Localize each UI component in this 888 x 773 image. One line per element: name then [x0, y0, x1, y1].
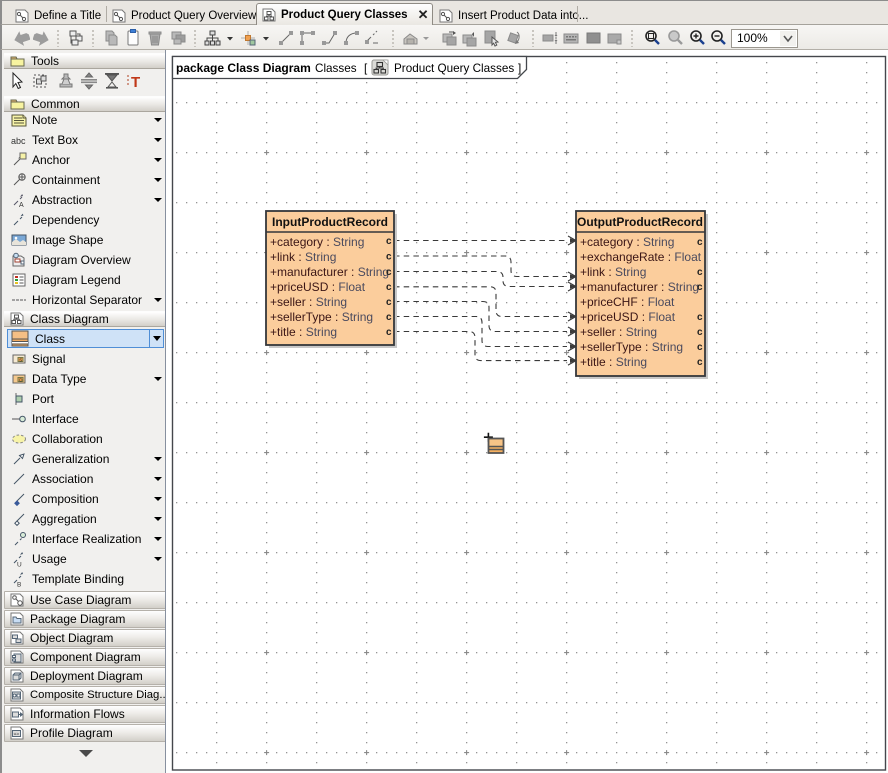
svg-text:c: c: [386, 312, 392, 323]
svg-text:OutputProductRecord: OutputProductRecord: [577, 215, 703, 229]
svg-text:S: S: [19, 357, 22, 362]
svg-text:c: c: [386, 327, 392, 338]
svg-text:T: T: [131, 74, 140, 91]
svg-text:c: c: [697, 342, 703, 353]
svg-text:c: c: [697, 282, 703, 293]
svg-text:+sellerType : String: +sellerType : String: [270, 310, 373, 324]
svg-text:+category : String: +category : String: [580, 235, 674, 249]
svg-text:InputProductRecord: InputProductRecord: [272, 215, 388, 229]
svg-text:+priceUSD : Float: +priceUSD : Float: [270, 280, 366, 294]
svg-text:c: c: [386, 236, 392, 247]
svg-text:]: ]: [518, 62, 521, 75]
svg-text:Classes: Classes: [315, 62, 357, 75]
svg-text:+priceCHF : Float: +priceCHF : Float: [580, 295, 675, 309]
svg-text:Product Query Classes: Product Query Classes: [394, 62, 514, 75]
svg-text:U: U: [17, 562, 22, 568]
svg-text:+manufacturer : String: +manufacturer : String: [580, 280, 699, 294]
svg-text:B: B: [17, 582, 21, 588]
svg-text:+link : String: +link : String: [270, 250, 336, 264]
svg-text:c: c: [697, 357, 703, 368]
svg-text:+sellerType : String: +sellerType : String: [580, 340, 683, 354]
svg-text:+title : String: +title : String: [580, 355, 647, 369]
svg-text:abc: abc: [11, 136, 26, 146]
svg-text:+title : String: +title : String: [270, 325, 337, 339]
svg-text:c: c: [697, 327, 703, 338]
svg-text:c: c: [697, 312, 703, 323]
svg-text:+category : String: +category : String: [270, 235, 364, 249]
svg-text:+priceUSD : Float: +priceUSD : Float: [580, 310, 676, 324]
svg-text:c: c: [386, 282, 392, 293]
svg-text:+seller : String: +seller : String: [580, 325, 657, 339]
svg-text:+link : String: +link : String: [580, 265, 646, 279]
svg-text:+manufacturer : String: +manufacturer : String: [270, 265, 389, 279]
svg-text:c: c: [386, 252, 392, 263]
svg-text:+exchangeRate : Float: +exchangeRate : Float: [580, 250, 702, 264]
svg-text:package Class Diagram: package Class Diagram: [176, 61, 311, 75]
svg-text:+seller : String: +seller : String: [270, 295, 347, 309]
svg-text:c: c: [697, 267, 703, 278]
svg-text:«»: «»: [14, 731, 20, 737]
svg-text:A: A: [19, 202, 24, 208]
svg-text:c: c: [386, 297, 392, 308]
svg-text:c: c: [386, 267, 392, 278]
svg-text:c: c: [697, 237, 703, 248]
